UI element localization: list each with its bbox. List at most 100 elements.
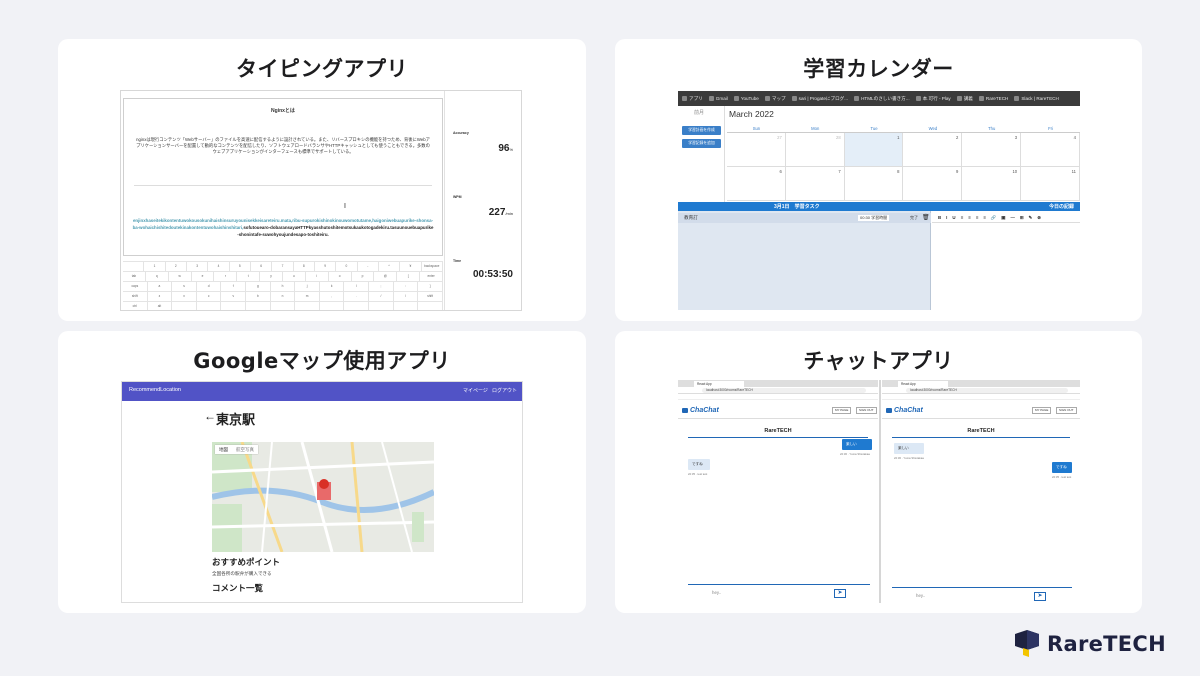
keyboard-key: 9 [315,262,337,271]
calendar-day-cell[interactable]: 2 [903,133,963,166]
trash-icon[interactable]: 🗑 [922,214,930,221]
calendar-day-cell[interactable]: 10 [962,167,1022,200]
map-app-screenshot: RecommendLocation マイページ ログアウト ← 東京駅 地図 航… [121,381,523,603]
calendar-app-screenshot: アプリ Gmail YouTube マップ sari | Progateにブログ... H… [678,91,1080,310]
typing-heading: Nginxとは [271,108,295,114]
editor-tool-button[interactable]: B [938,215,941,220]
editor-tool-button[interactable]: — [1010,215,1014,220]
editor-tool-button[interactable]: ≡ [976,215,979,220]
editor-tool-button[interactable]: ≡ [961,215,964,220]
create-plan-button[interactable]: 学習計画を作成 [682,126,721,135]
calendar-day-cell[interactable]: 9 [903,167,963,200]
weekday-label: Sun [752,126,761,131]
mypage-button[interactable]: MY PAGE [832,407,852,414]
signout-button[interactable]: SIGN OUT [1056,407,1077,414]
keyboard-key: s [172,282,197,291]
message-input[interactable]: hey.. [712,590,721,595]
bookmark-icon [854,96,860,101]
keyboard-key: / [369,292,394,301]
bookmark-item[interactable]: HTMLのさしい書き方... [854,96,910,102]
editor-tool-button[interactable]: ⊞ [1020,215,1024,221]
task-done-button[interactable]: 完了 [910,215,918,221]
calendar-day-cell[interactable]: 4 [1021,133,1080,166]
weekday-label: Fri [1048,126,1053,131]
mypage-button[interactable]: MY PAGE [1032,407,1052,414]
editor-tool-button[interactable]: ▣ [1001,215,1005,221]
keyboard-key: i [306,272,329,281]
task-row[interactable]: 教育訂 00:30 学習時間 完了 🗑 [678,213,931,223]
bookmark-item[interactable]: YouTube [733,96,759,101]
bookmark-item[interactable]: マップ [764,96,786,102]
message-input[interactable]: hey.. [916,593,925,598]
bookmark-item[interactable]: 本.可行 - Play [915,96,951,102]
typing-panel: Nginxとは nginxは現行コンテンツ「Webサーバー」のファイルを高速に配… [123,98,443,256]
message-meta: 22:30 · Yuma Shiotakaa [894,456,924,460]
calendar-weekday-header: Sun Mon Tue Wed Thu Fri [727,124,1080,133]
back-arrow-icon[interactable]: ← [204,409,216,423]
editor-tool-button[interactable]: I [946,215,947,220]
calendar-day-cell[interactable]: 11 [1021,167,1080,200]
editor-tool-button[interactable]: 🔗 [991,215,996,221]
typing-sentence: nginxは現行コンテンツ「Webサーバー」のファイルを高速に配信するように設計… [136,137,430,154]
input-underline [688,584,870,585]
prev-month-button[interactable]: 前月 [694,109,704,116]
keyboard-key: y [260,272,284,281]
add-record-button[interactable]: 学習記録を追加 [682,139,721,148]
editor-tool-button[interactable]: ≡ [968,215,971,220]
bookmark-icon [733,96,739,101]
editor-tool-button[interactable]: ✎ [1029,215,1033,221]
message-meta: 22:30 · Yuma Shiotakaa [840,452,870,456]
keyboard-key: o [329,272,352,281]
bookmark-item[interactable]: RareTECH [978,96,1008,101]
url-field[interactable]: localhost:3000/rooms/RareTECH [702,388,866,393]
keyboard-key: h [271,282,296,291]
calendar-day-cell[interactable]: 8 [845,167,904,200]
keyboard-key: f [221,282,247,291]
recommend-description: 全国各所の駅弁が購入できる [212,571,272,576]
chat-logo[interactable]: ChaChat [682,407,719,414]
google-map[interactable]: 地図 航空写真 [212,442,434,552]
record-editor[interactable]: B I U ≡ ≡ ≡ ≡ 🔗 ▣ — ⊞ ✎ ⊗ [932,211,1080,310]
calendar-day-cell[interactable]: 1 [844,133,904,166]
calendar-day-cell[interactable]: 3 [962,133,1022,166]
signout-button[interactable]: SIGN OUT [856,407,877,414]
calendar-day-cell[interactable]: 28 [786,133,845,166]
logout-link[interactable]: ログアウト [492,387,517,394]
keyboard-key: ; [369,282,394,291]
calendar-month: March 2022 [729,109,774,119]
calendar-day-cell[interactable]: 7 [786,167,845,200]
chat-logo[interactable]: ChaChat [886,407,923,414]
keyboard-key: 3 [187,262,209,271]
map-brand[interactable]: RecommendLocation [129,387,181,393]
mypage-link[interactable]: マイページ [463,387,488,394]
calendar-day-cell[interactable]: 6 [727,167,786,200]
send-icon[interactable]: ➤ [834,589,846,598]
keyboard-key: l [344,282,370,291]
bookmark-item[interactable]: sari | Progateにブログ... [791,96,848,102]
keyboard-key: 1 [144,262,166,271]
editor-tool-button[interactable]: U [952,215,955,220]
task-time-input[interactable]: 00:30 学習時間 [858,215,890,221]
calendar-grid: Sun Mon Tue Wed Thu Fri 27 28 1 2 3 4 6 7 8 9 10 11 [727,124,1080,202]
weekday-label: Mon [811,126,820,131]
keyboard-key: ¥ [400,262,422,271]
chat-bubble-icon [682,407,688,413]
keyboard-key: w [169,272,192,281]
editor-tool-button[interactable]: ⊗ [1037,215,1041,221]
calendar-day-cell[interactable]: 27 [727,133,786,166]
bookmark-item[interactable]: アプリ [682,96,703,102]
bookmark-item[interactable]: Gmail [708,96,728,101]
keyboard-key: t [237,272,261,281]
editor-tool-button[interactable]: ≡ [983,215,986,220]
send-icon[interactable]: ➤ [1034,592,1046,601]
message-meta: 22:35 · test test [688,472,708,476]
tab-map[interactable]: 地図 [215,445,232,454]
wpm-value: 227/min [488,207,513,218]
url-field[interactable]: localhost:3000/rooms/RareTECH [906,388,1068,393]
room-title: RareTECH [892,425,1070,438]
card-title: 学習カレンダー [803,57,954,81]
message-meta: 22:35 · test test [1052,475,1072,479]
bookmark-item[interactable]: 講義 [956,96,973,102]
tab-satellite[interactable]: 航空写真 [232,445,258,454]
bookmark-item[interactable]: Slack | RareTECH [1014,96,1059,101]
